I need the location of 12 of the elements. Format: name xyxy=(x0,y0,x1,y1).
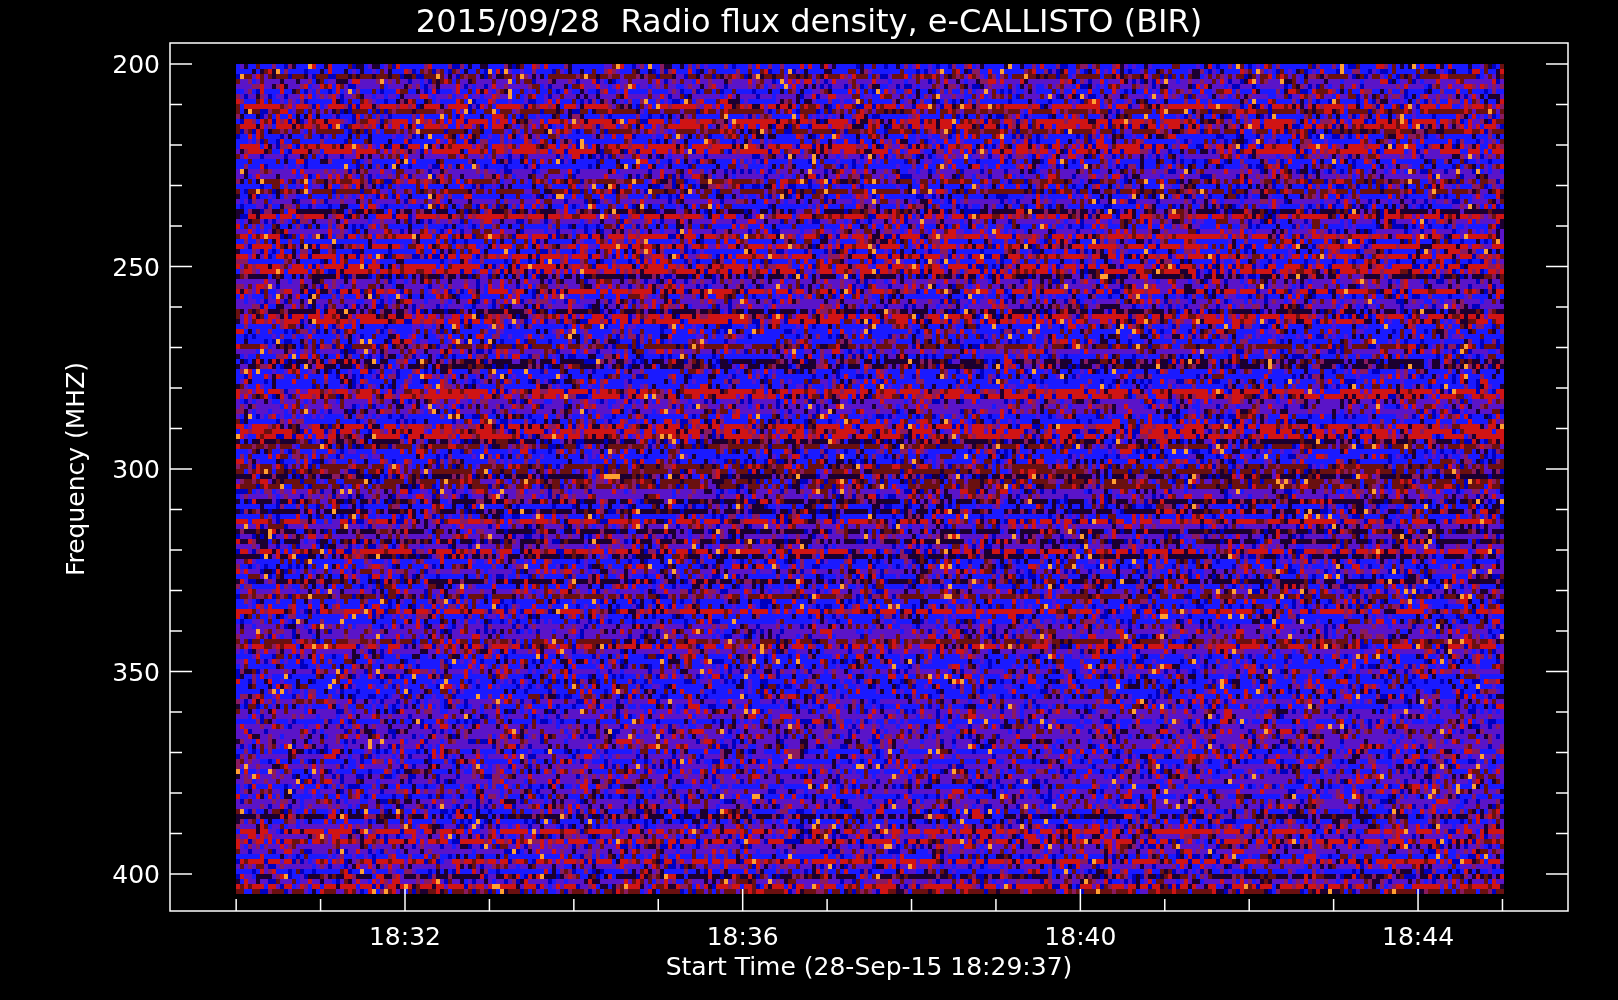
tick-label: 350 xyxy=(112,657,160,687)
tick-label: 400 xyxy=(112,860,160,889)
plot-title: 2015/09/28 Radio flux density, e-CALLISTO (BIR) xyxy=(415,2,1203,40)
y-axis-label: Frequency (MHZ) xyxy=(61,361,90,577)
tick-label: 18:36 xyxy=(706,922,779,951)
tick-label: 18:32 xyxy=(369,922,441,951)
tick-label: 200 xyxy=(112,50,160,79)
tick-label: 250 xyxy=(112,252,160,282)
x-axis-label: Start Time (28-Sep-15 18:29:37) xyxy=(665,952,1073,981)
tick-label: 18:44 xyxy=(1382,922,1455,951)
tick-label: 300 xyxy=(112,455,160,484)
tick-label: 18:40 xyxy=(1044,922,1117,951)
